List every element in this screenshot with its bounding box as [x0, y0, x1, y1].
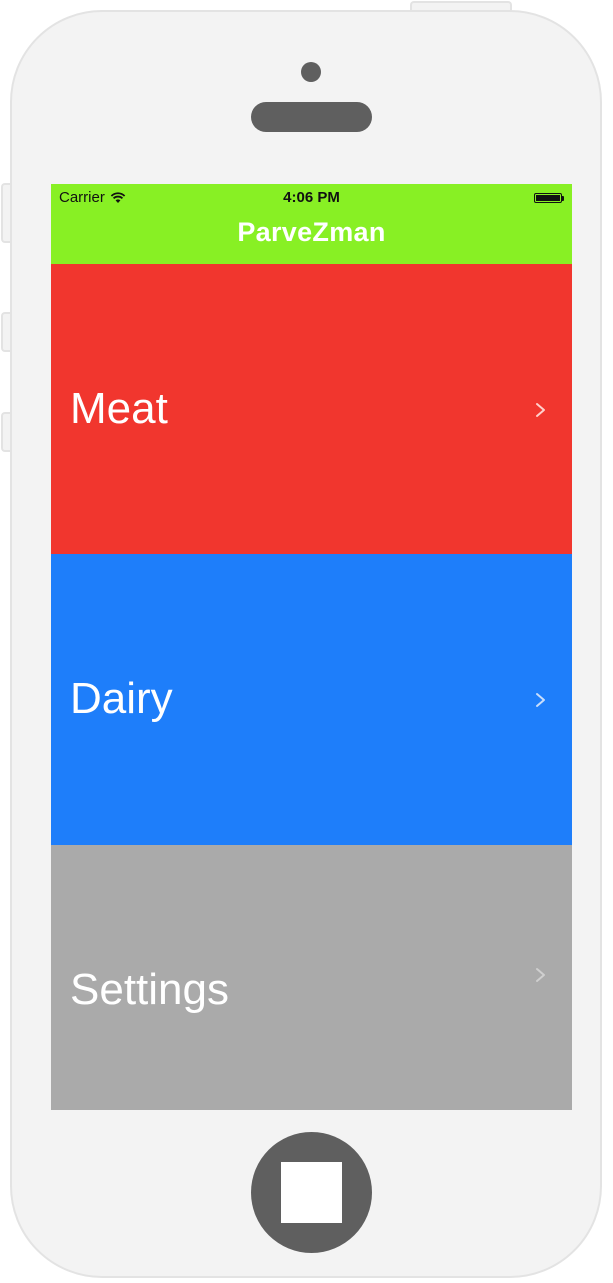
row-dairy-label: Dairy	[70, 674, 173, 723]
navigation-bar: Carrier 4:06 PM ParveZman	[51, 184, 572, 264]
front-camera	[301, 62, 321, 82]
chevron-right-icon	[534, 400, 548, 420]
home-square-icon	[281, 1162, 342, 1223]
row-settings[interactable]: Settings	[51, 845, 572, 1110]
battery-icon	[534, 192, 566, 204]
status-time: 4:06 PM	[283, 189, 340, 206]
row-meat[interactable]: Meat	[51, 264, 572, 554]
home-button[interactable]	[251, 1132, 372, 1253]
earpiece-speaker	[251, 102, 372, 132]
row-meat-label: Meat	[70, 384, 168, 433]
chevron-right-icon	[534, 965, 548, 985]
row-settings-label: Settings	[70, 965, 229, 1014]
row-dairy[interactable]: Dairy	[51, 554, 572, 845]
screen: Carrier 4:06 PM ParveZman Meat Dairy Set…	[51, 184, 572, 1110]
nav-title: ParveZman	[237, 217, 386, 247]
chevron-right-icon	[534, 690, 548, 710]
